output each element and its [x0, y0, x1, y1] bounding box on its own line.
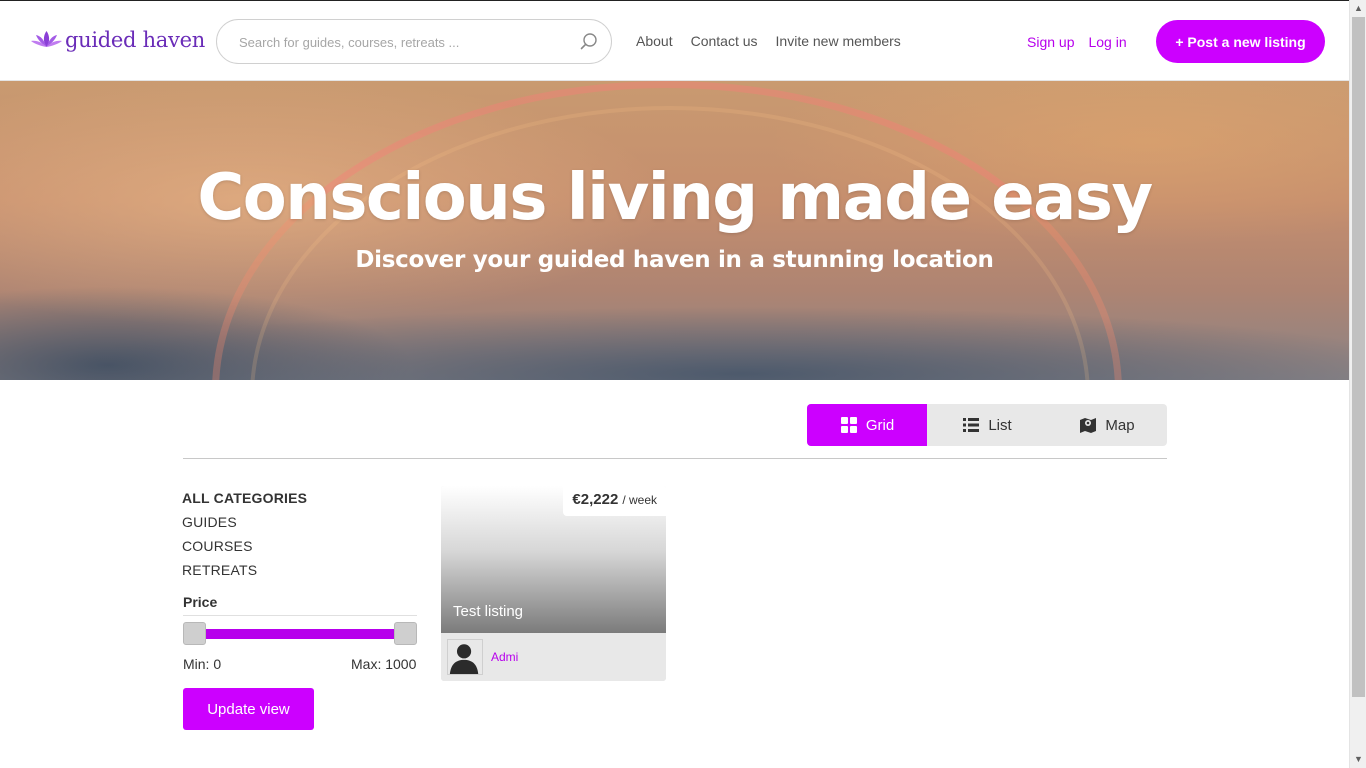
- search-input[interactable]: [239, 32, 569, 52]
- hero-banner: Conscious living made easy Discover your…: [0, 81, 1349, 380]
- hero-title: Conscious living made easy: [197, 161, 1153, 235]
- login-link[interactable]: Log in: [1088, 34, 1126, 50]
- scroll-up-arrow-icon[interactable]: ▲: [1350, 0, 1366, 17]
- listing-title[interactable]: Test listing: [453, 603, 523, 620]
- hero-subtitle: Discover your guided haven in a stunning…: [355, 247, 994, 273]
- nav-invite-link[interactable]: Invite new members: [776, 33, 901, 49]
- listing-author-link[interactable]: Admi: [491, 650, 518, 664]
- grid-icon: [840, 417, 857, 433]
- list-view-label: List: [988, 416, 1012, 434]
- price-min-label: Min: 0: [183, 656, 222, 672]
- map-icon: [1080, 418, 1097, 433]
- category-list: ALL CATEGORIES GUIDES COURSES RETREATS: [182, 486, 307, 582]
- post-listing-button[interactable]: + Post a new listing: [1156, 20, 1325, 63]
- main-nav: About Contact us Invite new members: [636, 33, 901, 49]
- nav-contact-link[interactable]: Contact us: [691, 33, 758, 49]
- scroll-down-arrow-icon[interactable]: ▼: [1350, 751, 1366, 768]
- grid-view-label: Grid: [865, 416, 895, 434]
- auth-links: Sign up Log in: [1027, 34, 1127, 50]
- listing-footer: Admi: [441, 633, 666, 681]
- view-toggle: Grid List Map: [807, 404, 1167, 446]
- map-view-button[interactable]: Map: [1047, 404, 1167, 446]
- price-filter-divider: [183, 615, 417, 616]
- category-all[interactable]: ALL CATEGORIES: [182, 486, 307, 510]
- price-filter-title: Price: [183, 594, 218, 610]
- listing-price-unit: / week: [622, 493, 657, 507]
- person-icon: [449, 644, 479, 674]
- price-range-slider[interactable]: [183, 622, 417, 645]
- price-range-track: [203, 629, 397, 639]
- avatar[interactable]: [447, 639, 483, 675]
- category-retreats[interactable]: RETREATS: [182, 558, 307, 582]
- page-scrollbar[interactable]: ▲ ▼: [1349, 0, 1366, 768]
- list-icon: [963, 418, 980, 432]
- signup-link[interactable]: Sign up: [1027, 34, 1074, 50]
- grid-view-button[interactable]: Grid: [807, 404, 927, 446]
- price-max-label: Max: 1000: [351, 656, 417, 672]
- header: guided haven About Contact us Invite new…: [0, 0, 1349, 81]
- listing-price-tag: €2,222 / week: [563, 486, 666, 516]
- category-guides[interactable]: GUIDES: [182, 510, 307, 534]
- search-box[interactable]: [216, 19, 612, 64]
- price-max-handle[interactable]: [394, 622, 417, 645]
- rainbow-glow-decoration: [250, 106, 1090, 380]
- list-view-button[interactable]: List: [927, 404, 1047, 446]
- nav-about-link[interactable]: About: [636, 33, 673, 49]
- scrollbar-thumb[interactable]: [1352, 17, 1365, 697]
- search-icon[interactable]: [579, 32, 599, 52]
- price-min-handle[interactable]: [183, 622, 206, 645]
- lotus-icon: [31, 31, 62, 47]
- listing-card[interactable]: €2,222 / week Test listing Admi: [441, 486, 666, 681]
- brand-name: guided haven: [65, 28, 205, 52]
- logo[interactable]: guided haven: [30, 28, 205, 52]
- content-divider: [183, 458, 1167, 459]
- listing-price: €2,222: [572, 491, 619, 508]
- update-view-button[interactable]: Update view: [183, 688, 314, 730]
- category-courses[interactable]: COURSES: [182, 534, 307, 558]
- map-view-label: Map: [1105, 416, 1135, 434]
